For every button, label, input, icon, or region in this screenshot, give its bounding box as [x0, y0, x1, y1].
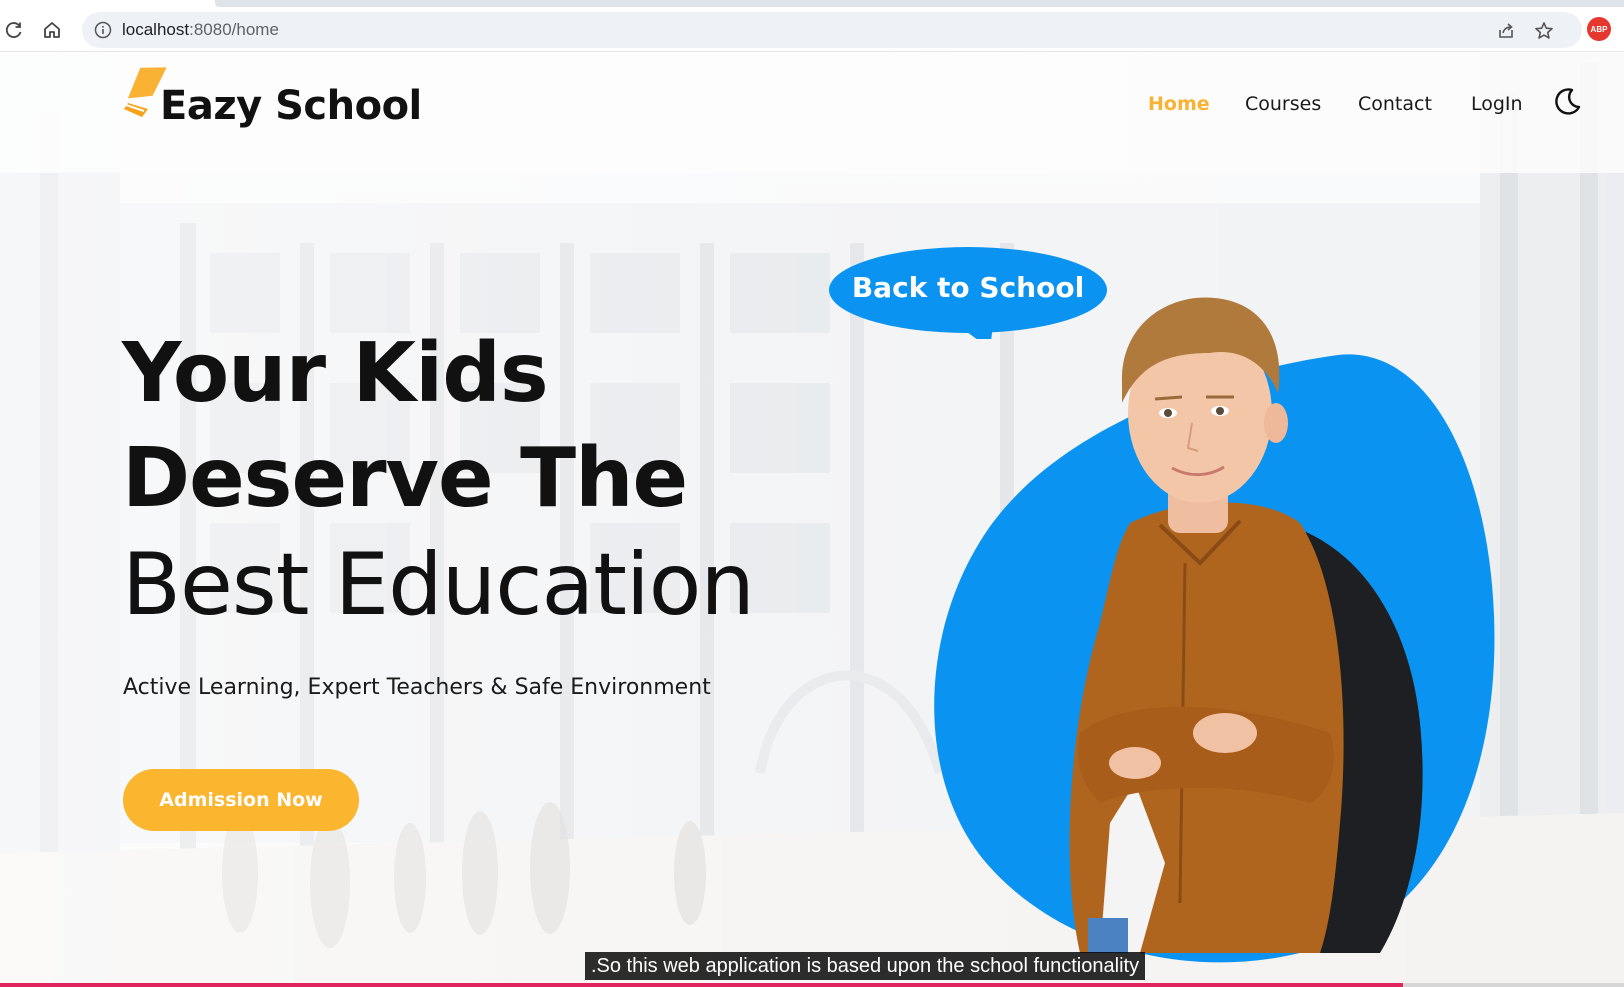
- nav-courses[interactable]: Courses: [1245, 93, 1321, 115]
- moon-icon[interactable]: [1552, 87, 1582, 121]
- url-text[interactable]: localhost:8080/home: [122, 20, 279, 40]
- video-caption: .So this web application is based upon t…: [585, 952, 1145, 980]
- hero-heading-line-3: Best Education: [122, 535, 755, 635]
- webpage: Eazy School Home Courses Contact LogIn Y…: [0, 53, 1624, 987]
- logo-text: Eazy School: [160, 83, 422, 129]
- browser-tab-strip: [0, 0, 1624, 8]
- admission-now-button[interactable]: Admission Now: [123, 769, 359, 831]
- hero-subtitle: Active Learning, Expert Teachers & Safe …: [123, 675, 711, 700]
- site-info-icon[interactable]: [94, 21, 112, 43]
- video-progress-bar[interactable]: [0, 983, 1624, 987]
- browser-toolbar: localhost:8080/home ABP: [0, 8, 1624, 52]
- nav-home[interactable]: Home: [1148, 93, 1210, 115]
- share-icon[interactable]: [1496, 21, 1516, 45]
- hero-heading-line-2: Deserve The: [122, 431, 688, 526]
- bookmark-star-icon[interactable]: [1534, 21, 1554, 45]
- student-boy-image: [1069, 297, 1423, 953]
- video-progress-fill: [0, 983, 1404, 987]
- nav-contact[interactable]: Contact: [1358, 93, 1432, 115]
- home-icon[interactable]: [40, 18, 64, 42]
- address-bar[interactable]: localhost:8080/home: [82, 12, 1582, 48]
- nav-login[interactable]: LogIn: [1471, 93, 1523, 115]
- hero-heading-line-1: Your Kids: [122, 326, 549, 421]
- reload-icon[interactable]: [2, 18, 26, 42]
- adblock-extension-icon[interactable]: ABP: [1587, 17, 1611, 41]
